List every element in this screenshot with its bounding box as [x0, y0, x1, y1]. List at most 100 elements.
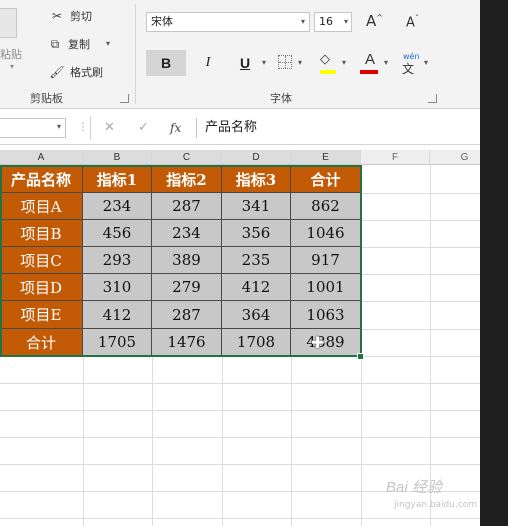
total-value-cell[interactable]: 1476 — [152, 329, 222, 356]
chevron-down-icon: ▾ — [56, 122, 61, 131]
font-name-select[interactable]: 宋体 ▾ — [146, 12, 310, 32]
copy-label: 复制 — [68, 38, 90, 51]
phonetic-guide-icon[interactable]: 文 — [402, 60, 414, 77]
value-cell[interactable]: 364 — [222, 301, 291, 329]
value-cell[interactable]: 1001 — [291, 274, 361, 301]
shrink-font-icon: A — [406, 15, 415, 31]
clipboard-launcher-icon[interactable] — [120, 94, 129, 103]
scissors-icon: ✂ — [51, 9, 63, 23]
copy-button[interactable]: ⧉ 复制 — [48, 36, 90, 52]
window-edge — [480, 0, 508, 526]
total-value-cell[interactable]: 1708 — [222, 329, 291, 356]
value-cell[interactable]: 279 — [152, 274, 222, 301]
grow-font-icon: A — [366, 12, 377, 30]
underline-button[interactable]: U — [236, 50, 254, 76]
paste-label: 粘贴 — [0, 48, 22, 61]
bold-button[interactable]: B — [146, 50, 186, 76]
column-header-e[interactable]: E — [291, 150, 361, 165]
clipboard-icon — [0, 8, 17, 38]
column-header-g[interactable]: G — [430, 150, 480, 165]
paste-button[interactable]: 粘贴 ▾ — [0, 0, 30, 71]
grid-line — [0, 356, 480, 357]
value-cell[interactable]: 862 — [291, 193, 361, 220]
underline-dropdown-icon[interactable]: ▾ — [262, 58, 266, 67]
borders-icon[interactable] — [278, 55, 292, 69]
decrease-font-size-button[interactable]: Aˇ — [406, 14, 419, 30]
total-value-cell[interactable]: 4889 — [291, 329, 361, 356]
grid-line — [0, 437, 480, 438]
value-cell[interactable]: 293 — [83, 247, 152, 274]
font-size-select[interactable]: 16 ▾ — [314, 12, 352, 32]
column-header-f[interactable]: F — [361, 150, 430, 165]
column-header-b[interactable]: B — [83, 150, 152, 165]
font-launcher-icon[interactable] — [428, 94, 437, 103]
value-cell[interactable]: 235 — [222, 247, 291, 274]
watermark: Bai 经验 jingyan.baidu.com — [384, 470, 478, 520]
fill-color-swatch — [320, 70, 336, 74]
formula-bar: ▾ ⋮ ✕ ✓ fx 产品名称 — [0, 110, 480, 145]
header-cell[interactable]: 指标1 — [83, 166, 152, 193]
header-cell[interactable]: 产品名称 — [0, 166, 83, 193]
header-cell[interactable]: 指标2 — [152, 166, 222, 193]
column-header-a[interactable]: A — [0, 150, 83, 165]
value-cell[interactable]: 341 — [222, 193, 291, 220]
row-label-cell[interactable]: 项目D — [0, 274, 83, 301]
header-cell[interactable]: 指标3 — [222, 166, 291, 193]
font-color-dropdown-icon[interactable]: ▾ — [384, 58, 388, 67]
chevron-down-icon: ▾ — [343, 17, 348, 26]
name-box[interactable]: ▾ — [0, 118, 66, 138]
grid-line — [0, 383, 480, 384]
total-label-cell[interactable]: 合计 — [0, 329, 83, 356]
group-divider — [135, 4, 136, 104]
row-label-cell[interactable]: 项目B — [0, 220, 83, 247]
grid-line — [0, 410, 480, 411]
formula-input[interactable]: 产品名称 — [196, 118, 480, 138]
value-cell[interactable]: 310 — [83, 274, 152, 301]
clipboard-group-label: 剪贴板 — [30, 92, 63, 105]
value-cell[interactable]: 1063 — [291, 301, 361, 329]
format-painter-label: 格式刷 — [70, 66, 103, 79]
value-cell[interactable]: 412 — [83, 301, 152, 329]
cut-label: 剪切 — [70, 10, 92, 23]
value-cell[interactable]: 456 — [83, 220, 152, 247]
value-cell[interactable]: 234 — [152, 220, 222, 247]
value-cell[interactable]: 234 — [83, 193, 152, 220]
format-painter-button[interactable]: 🖌 格式刷 — [49, 64, 103, 80]
italic-button[interactable]: I — [198, 50, 218, 76]
cut-button[interactable]: ✂ 剪切 — [50, 8, 92, 24]
fill-color-dropdown-icon[interactable]: ▾ — [342, 58, 346, 67]
value-cell[interactable]: 287 — [152, 301, 222, 329]
header-cell[interactable]: 合计 — [291, 166, 361, 193]
column-header-c[interactable]: C — [152, 150, 222, 165]
paintbrush-icon: 🖌 — [49, 65, 65, 79]
borders-dropdown-icon[interactable]: ▾ — [298, 58, 302, 67]
phonetic-dropdown-icon[interactable]: ▾ — [424, 58, 428, 67]
cell-cursor-icon: ✚ — [311, 333, 325, 352]
increase-font-size-button[interactable]: A^ — [366, 12, 383, 30]
total-value-cell[interactable]: 1705 — [83, 329, 152, 356]
copy-icon: ⧉ — [50, 36, 60, 51]
grid-line — [0, 464, 480, 465]
value-cell[interactable]: 1046 — [291, 220, 361, 247]
copy-dropdown-icon[interactable]: ▾ — [106, 39, 110, 48]
row-label-cell[interactable]: 项目E — [0, 301, 83, 329]
value-cell[interactable]: 389 — [152, 247, 222, 274]
value-cell[interactable]: 287 — [152, 193, 222, 220]
fill-handle[interactable] — [357, 353, 364, 360]
chevron-down-icon: ▾ — [10, 62, 15, 71]
value-cell[interactable]: 917 — [291, 247, 361, 274]
font-name-value: 宋体 — [151, 15, 173, 28]
enter-icon[interactable]: ✓ — [138, 120, 149, 135]
insert-function-icon[interactable]: fx — [170, 121, 181, 135]
row-label-cell[interactable]: 项目C — [0, 247, 83, 274]
fill-color-icon[interactable]: ◇ — [320, 52, 336, 72]
column-header-d[interactable]: D — [222, 150, 291, 165]
more-icon: ⋮ — [78, 122, 89, 133]
value-cell[interactable]: 356 — [222, 220, 291, 247]
watermark-logo: Bai 经验 — [386, 479, 442, 496]
cancel-icon[interactable]: ✕ — [104, 120, 115, 135]
font-size-value: 16 — [319, 15, 333, 28]
font-color-icon[interactable]: A — [362, 51, 378, 68]
value-cell[interactable]: 412 — [222, 274, 291, 301]
row-label-cell[interactable]: 项目A — [0, 193, 83, 220]
